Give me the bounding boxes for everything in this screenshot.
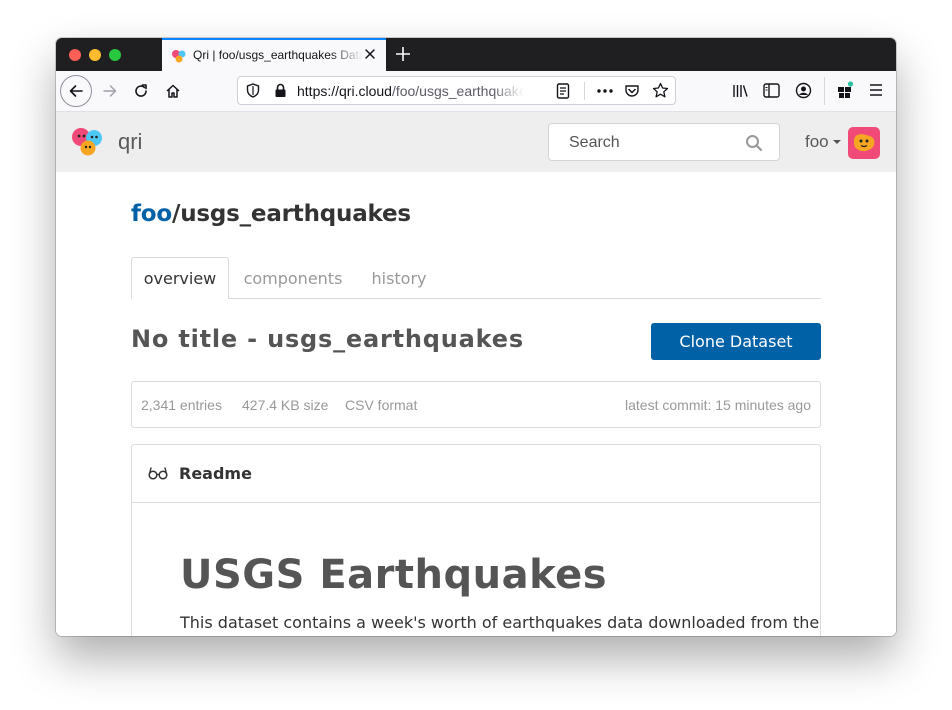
bookmark-star-icon[interactable] — [652, 82, 669, 99]
url-host: https://qri.cloud — [297, 83, 392, 99]
tab-strip: Qri | foo/usgs_earthquakes Data — [56, 38, 896, 71]
dataset-tabs: overview components history — [131, 257, 821, 299]
home-icon — [166, 84, 180, 98]
stat-latest-commit[interactable]: latest commit: 15 minutes ago — [625, 397, 811, 413]
sidebar-icon[interactable] — [763, 83, 780, 98]
new-tab-icon[interactable] — [394, 45, 412, 63]
chevron-down-icon[interactable] — [833, 140, 841, 144]
url-bar-divider — [584, 82, 585, 100]
dataset-path-separator: / — [172, 201, 181, 227]
app-name[interactable]: qri — [118, 129, 142, 155]
page-content: foo/usgs_earthquakes overview components… — [56, 172, 896, 636]
dataset-name: usgs_earthquakes — [180, 201, 411, 227]
extensions-icon[interactable] — [836, 81, 854, 99]
arrow-right-icon — [103, 85, 117, 97]
readme-header: Readme — [132, 445, 820, 503]
search-icon[interactable] — [745, 134, 763, 152]
shield-icon[interactable] — [246, 83, 260, 98]
search-input[interactable]: Search — [548, 123, 780, 161]
dataset-path: foo/usgs_earthquakes — [131, 201, 411, 227]
minimize-window-button[interactable] — [89, 49, 101, 61]
tab-history[interactable]: history — [361, 257, 437, 299]
close-tab-icon[interactable] — [362, 46, 378, 62]
dataset-owner-link[interactable]: foo — [131, 201, 172, 227]
tab-components[interactable]: components — [235, 257, 351, 299]
toolbar-divider — [824, 77, 825, 105]
url-text[interactable]: https://qri.cloud/foo/usgs_earthquakes — [297, 83, 524, 99]
browser-tab-active[interactable]: Qri | foo/usgs_earthquakes Data — [162, 38, 386, 71]
app-header: qri Search foo — [56, 112, 896, 172]
forward-button[interactable] — [95, 76, 125, 106]
search-placeholder: Search — [569, 134, 620, 151]
avatar[interactable] — [848, 127, 880, 159]
reload-button[interactable] — [126, 76, 156, 106]
readme-heading: USGS Earthquakes — [180, 552, 608, 598]
user-menu-button[interactable]: foo — [805, 132, 829, 152]
tab-title: Qri | foo/usgs_earthquakes Data — [193, 48, 363, 62]
user-avatar-icon — [854, 134, 875, 152]
close-window-button[interactable] — [69, 49, 81, 61]
pocket-icon[interactable] — [624, 83, 640, 99]
readme-label: Readme — [179, 464, 252, 483]
readme-panel: Readme USGS Earthquakes This dataset con… — [131, 444, 821, 636]
lock-icon[interactable] — [274, 83, 287, 98]
clone-dataset-button[interactable]: Clone Dataset — [651, 323, 821, 360]
url-bar[interactable]: https://qri.cloud/foo/usgs_earthquakes — [237, 76, 676, 105]
dataset-stats-bar: 2,341 entries 427.4 KB size CSV format l… — [131, 381, 821, 428]
account-icon[interactable] — [795, 82, 812, 99]
dataset-title: No title - usgs_earthquakes — [131, 325, 524, 353]
back-button[interactable] — [60, 75, 92, 107]
reload-icon — [135, 84, 147, 97]
home-button[interactable] — [158, 76, 188, 106]
stat-format: CSV format — [345, 397, 418, 413]
navigation-toolbar: https://qri.cloud/foo/usgs_earthquakes — [56, 71, 896, 112]
stat-size: 427.4 KB size — [242, 397, 329, 413]
more-actions-icon[interactable] — [596, 83, 614, 99]
readme-paragraph: This dataset contains a week's worth of … — [180, 613, 820, 632]
browser-window: Qri | foo/usgs_earthquakes Data https://… — [56, 38, 896, 636]
url-path: /foo/usgs_earthquakes — [391, 83, 524, 99]
library-icon[interactable] — [732, 83, 749, 99]
tab-overview[interactable]: overview — [131, 257, 229, 299]
arrow-left-icon — [69, 85, 83, 97]
qri-logo-icon[interactable] — [70, 126, 104, 158]
qri-favicon-icon — [172, 50, 186, 63]
menu-hamburger-icon[interactable] — [868, 83, 884, 97]
zoom-window-button[interactable] — [109, 49, 121, 61]
stat-entries: 2,341 entries — [141, 397, 222, 413]
reader-view-icon[interactable] — [556, 83, 570, 99]
glasses-icon — [148, 467, 168, 480]
